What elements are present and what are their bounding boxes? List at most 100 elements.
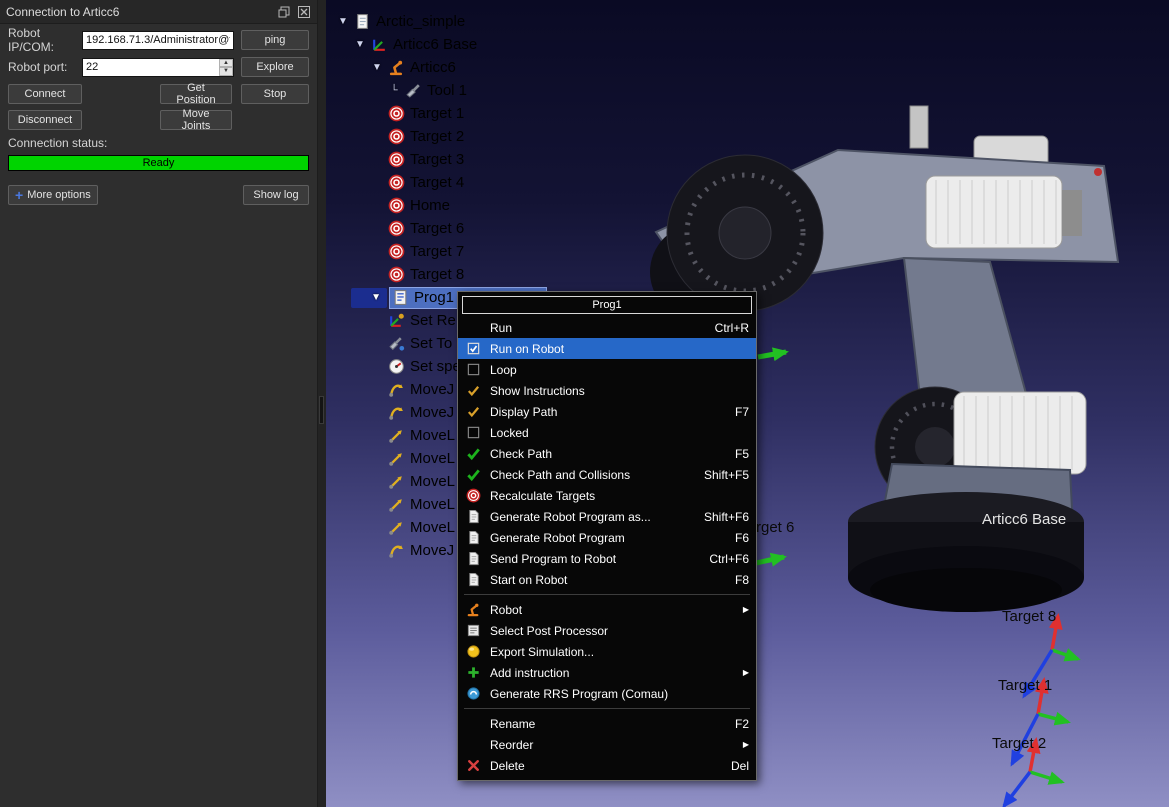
tree-item-body[interactable]: Target 8 bbox=[386, 264, 469, 286]
menu-item-label: Run bbox=[490, 321, 703, 335]
tree-item-body[interactable]: Set spe bbox=[386, 356, 466, 378]
tree-item-body[interactable]: Target 7 bbox=[386, 241, 469, 263]
move-joints-button[interactable]: Move Joints bbox=[160, 110, 232, 130]
menu-item-select-post-processor[interactable]: Select Post Processor bbox=[458, 620, 756, 641]
frame-arrow-lower[interactable] bbox=[756, 557, 784, 563]
expand-arrow-icon[interactable]: ▼ bbox=[351, 288, 387, 308]
tree-item-target-8[interactable]: Target 8 bbox=[330, 263, 547, 286]
menu-separator bbox=[464, 594, 750, 595]
splitter-handle[interactable] bbox=[319, 396, 324, 424]
tree-item-articc6-base[interactable]: ▼Articc6 Base bbox=[330, 33, 547, 56]
tree-item-tool-1[interactable]: └Tool 1 bbox=[330, 79, 547, 102]
menu-item-add-instruction[interactable]: Add instruction▶ bbox=[458, 662, 756, 683]
show-log-button[interactable]: Show log bbox=[243, 185, 309, 205]
tree-item-body[interactable]: MoveL bbox=[386, 448, 460, 470]
tree-indent bbox=[368, 173, 386, 193]
tree-item-articc6[interactable]: ▼Articc6 bbox=[330, 56, 547, 79]
menu-item-show-instructions[interactable]: Show Instructions bbox=[458, 380, 756, 401]
menu-item-rename[interactable]: RenameF2 bbox=[458, 713, 756, 734]
menu-item-robot[interactable]: Robot▶ bbox=[458, 599, 756, 620]
disconnect-button[interactable]: Disconnect bbox=[8, 110, 82, 130]
doc-icon bbox=[463, 572, 483, 588]
tree-item-body[interactable]: MoveJ bbox=[386, 540, 459, 562]
menu-item-delete[interactable]: DeleteDel bbox=[458, 755, 756, 776]
float-panel-icon[interactable] bbox=[276, 4, 291, 19]
connection-status-label: Connection status: bbox=[8, 136, 309, 150]
menu-item-start-on-robot[interactable]: Start on RobotF8 bbox=[458, 569, 756, 590]
menu-item-loop[interactable]: Loop bbox=[458, 359, 756, 380]
panel-splitter[interactable] bbox=[318, 0, 326, 807]
tree-item-label: Target 1 bbox=[410, 105, 464, 122]
get-position-button[interactable]: Get Position bbox=[160, 84, 232, 104]
tree-item-body[interactable]: Set Re bbox=[386, 310, 461, 332]
tree-item-body[interactable]: Tool 1 bbox=[403, 80, 472, 102]
settool-icon bbox=[388, 335, 405, 352]
panel-title: Connection to Articc6 bbox=[6, 5, 119, 19]
expand-arrow-icon[interactable]: ▼ bbox=[368, 58, 386, 78]
target-icon bbox=[463, 488, 483, 504]
spin-up-button[interactable]: ▲ bbox=[219, 59, 233, 68]
tree-item-body[interactable]: Home bbox=[386, 195, 455, 217]
tree-item-home[interactable]: Home bbox=[330, 194, 547, 217]
tree-item-body[interactable]: Set To bbox=[386, 333, 457, 355]
tree-item-body[interactable]: Articc6 Base bbox=[369, 34, 482, 56]
close-panel-icon[interactable] bbox=[296, 4, 311, 19]
expand-arrow-icon[interactable]: ▼ bbox=[351, 35, 369, 55]
tree-item-body[interactable]: Articc6 bbox=[386, 57, 461, 79]
tree-item-body[interactable]: MoveJ bbox=[386, 402, 459, 424]
menu-shortcut: F7 bbox=[735, 405, 749, 419]
menu-item-send-program-to-robot[interactable]: Send Program to RobotCtrl+F6 bbox=[458, 548, 756, 569]
tree-indent bbox=[368, 127, 386, 147]
connect-button[interactable]: Connect bbox=[8, 84, 82, 104]
menu-item-generate-rrs-program-comau[interactable]: Generate RRS Program (Comau) bbox=[458, 683, 756, 704]
more-options-button[interactable]: + More options bbox=[8, 185, 98, 205]
tree-item-body[interactable]: MoveL bbox=[386, 494, 460, 516]
expand-arrow-icon[interactable]: ▼ bbox=[334, 12, 352, 32]
tree-item-body[interactable]: Target 6 bbox=[386, 218, 469, 240]
checkbox-empty-icon bbox=[463, 362, 483, 378]
tree-item-body[interactable]: MoveL bbox=[386, 471, 460, 493]
tree-item-target-1[interactable]: Target 1 bbox=[330, 102, 547, 125]
rrs-icon bbox=[463, 686, 483, 702]
menu-item-locked[interactable]: Locked bbox=[458, 422, 756, 443]
menu-item-run-on-robot[interactable]: Run on Robot bbox=[458, 338, 756, 359]
menu-shortcut: F6 bbox=[735, 531, 749, 545]
frame-arrow-upper[interactable] bbox=[758, 352, 786, 357]
tree-item-target-2[interactable]: Target 2 bbox=[330, 125, 547, 148]
menu-separator bbox=[464, 708, 750, 709]
menu-item-generate-robot-program-as[interactable]: Generate Robot Program as...Shift+F6 bbox=[458, 506, 756, 527]
tree-item-body[interactable]: MoveL bbox=[386, 517, 460, 539]
tree-item-target-6[interactable]: Target 6 bbox=[330, 217, 547, 240]
tree-item-body[interactable]: MoveJ bbox=[386, 379, 459, 401]
menu-item-export-simulation[interactable]: Export Simulation... bbox=[458, 641, 756, 662]
viewport-3d[interactable]: rget 6Articc6 BaseTarget 8Target 1Target… bbox=[326, 0, 1169, 807]
tree-item-body[interactable]: MoveL bbox=[386, 425, 460, 447]
spin-down-button[interactable]: ▼ bbox=[219, 67, 233, 76]
tree-item-target-3[interactable]: Target 3 bbox=[330, 148, 547, 171]
menu-item-label: Check Path bbox=[490, 447, 723, 461]
menu-item-generate-robot-program[interactable]: Generate Robot ProgramF6 bbox=[458, 527, 756, 548]
tree-item-label: Target 2 bbox=[410, 128, 464, 145]
tree-item-body[interactable]: Target 2 bbox=[386, 126, 469, 148]
menu-item-check-path[interactable]: Check PathF5 bbox=[458, 443, 756, 464]
tree-item-body[interactable]: Target 4 bbox=[386, 172, 469, 194]
menu-item-run[interactable]: RunCtrl+R bbox=[458, 317, 756, 338]
menu-item-display-path[interactable]: Display PathF7 bbox=[458, 401, 756, 422]
stop-button[interactable]: Stop bbox=[241, 84, 309, 104]
tree-item-body[interactable]: Target 3 bbox=[386, 149, 469, 171]
ping-button[interactable]: ping bbox=[241, 30, 309, 50]
tree-item-body[interactable]: Target 1 bbox=[386, 103, 469, 125]
target-icon bbox=[388, 105, 405, 122]
explore-button[interactable]: Explore bbox=[241, 57, 309, 77]
tree-item-target-7[interactable]: Target 7 bbox=[330, 240, 547, 263]
menu-item-check-path-and-collisions[interactable]: Check Path and CollisionsShift+F5 bbox=[458, 464, 756, 485]
menu-item-recalculate-targets[interactable]: Recalculate Targets bbox=[458, 485, 756, 506]
menu-item-reorder[interactable]: Reorder▶ bbox=[458, 734, 756, 755]
tree-item-arctic-simple[interactable]: ▼Arctic_simple bbox=[330, 10, 547, 33]
tree-item-label: Target 8 bbox=[410, 266, 464, 283]
target-icon bbox=[388, 151, 405, 168]
robot-ip-input[interactable] bbox=[82, 31, 234, 50]
robot-port-input[interactable] bbox=[82, 58, 234, 77]
tree-item-target-4[interactable]: Target 4 bbox=[330, 171, 547, 194]
tree-item-body[interactable]: Arctic_simple bbox=[352, 11, 470, 33]
